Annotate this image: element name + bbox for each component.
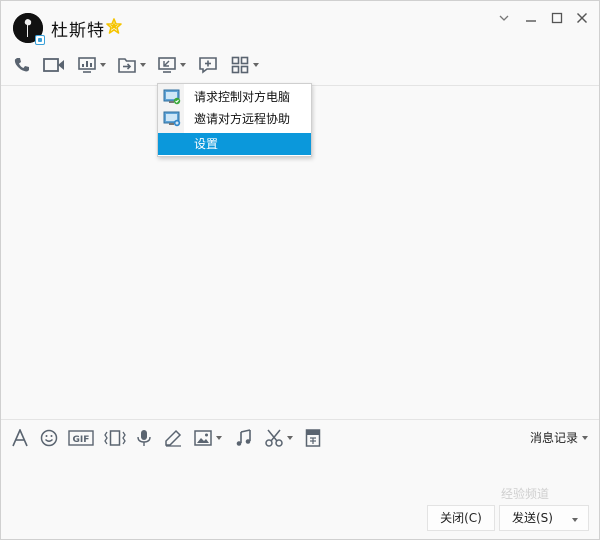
maximize-icon[interactable] bbox=[547, 9, 567, 27]
menu-item-settings[interactable]: 设置 bbox=[158, 133, 311, 155]
send-button[interactable]: 发送(S) bbox=[499, 505, 589, 531]
image-icon[interactable] bbox=[194, 429, 222, 447]
remote-assist-menu: 请求控制对方电脑 邀请对方远程协助 设置 bbox=[157, 83, 312, 157]
menu-item-invite-assist[interactable]: 邀请对方远程协助 bbox=[158, 108, 311, 130]
message-history-button[interactable]: 消息记录 bbox=[530, 429, 589, 446]
watermark: 经验频道 bbox=[501, 487, 550, 501]
remote-desktop-icon[interactable] bbox=[158, 55, 186, 75]
chevron-down-icon[interactable] bbox=[494, 9, 514, 27]
voice-message-icon[interactable] bbox=[136, 429, 152, 447]
star-icon[interactable] bbox=[106, 18, 122, 34]
menu-item-label: 设置 bbox=[194, 137, 219, 151]
apps-grid-icon[interactable] bbox=[231, 55, 259, 75]
menu-item-request-control[interactable]: 请求控制对方电脑 bbox=[158, 86, 311, 108]
add-comment-icon[interactable] bbox=[199, 55, 217, 75]
handwrite-icon[interactable] bbox=[164, 429, 182, 447]
send-label: 发送(S) bbox=[512, 511, 553, 525]
contact-name[interactable]: 杜斯特 bbox=[51, 16, 105, 41]
online-status-icon bbox=[35, 35, 45, 45]
phone-icon[interactable] bbox=[13, 55, 31, 75]
message-history-label: 消息记录 bbox=[530, 431, 579, 445]
close-chat-button[interactable]: 关闭(C) bbox=[427, 505, 495, 531]
font-icon[interactable] bbox=[11, 429, 29, 447]
video-call-icon[interactable] bbox=[43, 55, 65, 75]
svg-text:GIF: GIF bbox=[73, 435, 90, 445]
send-options-chevron-icon[interactable] bbox=[568, 506, 578, 530]
minimize-icon[interactable] bbox=[521, 9, 541, 27]
monitor-invite-icon bbox=[163, 111, 181, 134]
screen-share-icon[interactable] bbox=[78, 55, 106, 75]
chat-window: 杜斯特 请求控制对方电脑 邀请对方远程协助 设置 GIF 消息记录 经验频道 关… bbox=[0, 0, 600, 540]
chevron-down-icon bbox=[582, 435, 589, 440]
screenshot-scissors-icon[interactable] bbox=[265, 429, 293, 447]
file-transfer-icon[interactable] bbox=[118, 55, 146, 75]
emoji-icon[interactable] bbox=[40, 429, 58, 447]
shake-window-icon[interactable] bbox=[104, 429, 126, 447]
close-icon[interactable] bbox=[572, 9, 592, 27]
music-icon[interactable] bbox=[235, 429, 253, 447]
input-divider bbox=[1, 419, 599, 420]
close-chat-label: 关闭(C) bbox=[440, 511, 482, 525]
red-packet-icon[interactable] bbox=[305, 429, 321, 447]
menu-item-label: 请求控制对方电脑 bbox=[194, 90, 291, 104]
menu-item-label: 邀请对方远程协助 bbox=[194, 112, 291, 126]
gif-icon[interactable]: GIF bbox=[68, 429, 94, 447]
